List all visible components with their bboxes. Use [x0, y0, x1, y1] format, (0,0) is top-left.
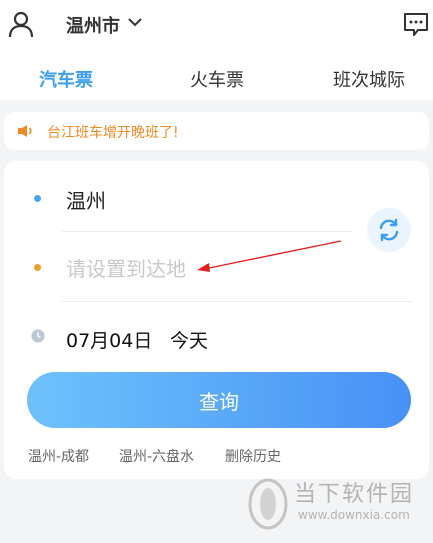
message-icon[interactable]: [403, 11, 429, 37]
clock-icon: [31, 329, 45, 343]
divider: [62, 301, 412, 302]
departure-date[interactable]: 07月04日: [66, 326, 152, 353]
annotation-arrow-icon: [197, 240, 342, 272]
notice-banner[interactable]: 台江班车增开晚班了!: [4, 112, 429, 150]
watermark-title: 当下软件园: [294, 482, 415, 507]
history-item[interactable]: 温州-成都: [28, 446, 89, 466]
query-button[interactable]: 查询: [27, 372, 411, 428]
notice-text: 台江班车增开晚班了!: [47, 125, 179, 141]
clear-history-button[interactable]: 删除历史: [225, 446, 281, 466]
watermark-logo-icon: [248, 478, 288, 530]
history-item[interactable]: 温州-六盘水: [119, 446, 194, 466]
top-bar: 温州市 汽车票 火车票 班次城际: [0, 0, 433, 100]
chevron-down-icon[interactable]: [128, 17, 142, 27]
tab-bus-ticket[interactable]: 汽车票: [39, 66, 93, 92]
city-selector[interactable]: 温州市: [66, 12, 120, 38]
tab-train-ticket[interactable]: 火车票: [190, 66, 244, 92]
speaker-icon: [18, 125, 32, 137]
tab-intercity[interactable]: 班次城际: [333, 66, 405, 92]
watermark: 当下软件园 www.downxia.com: [246, 468, 426, 536]
user-icon[interactable]: [8, 10, 34, 38]
watermark-url: www.downxia.com: [298, 508, 410, 522]
date-day-label[interactable]: 今天: [170, 326, 208, 353]
search-card: 温州 07月04日 今天 查询 温州-成都 温州-六盘水 删除历史: [4, 161, 429, 479]
